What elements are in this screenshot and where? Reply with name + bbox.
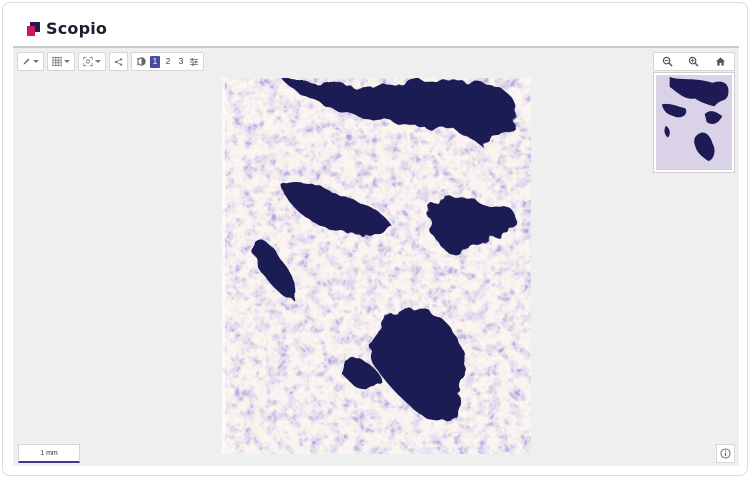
annotate-button[interactable] bbox=[17, 52, 44, 71]
share-icon bbox=[114, 57, 123, 66]
scale-bar: 1 mm bbox=[18, 444, 80, 463]
sliders-icon[interactable] bbox=[189, 57, 199, 67]
zoom-out-icon[interactable] bbox=[662, 56, 673, 67]
chevron-down-icon bbox=[33, 60, 39, 63]
grid-button[interactable] bbox=[47, 52, 75, 71]
pencil-icon bbox=[23, 58, 30, 65]
page-3-button[interactable]: 3 bbox=[176, 56, 186, 68]
info-button[interactable] bbox=[716, 444, 735, 463]
app-window: Scopio 1 2 3 1 mm bbox=[2, 2, 748, 476]
page-1-button[interactable]: 1 bbox=[150, 55, 160, 68]
header: Scopio bbox=[3, 3, 747, 45]
app-name: Scopio bbox=[46, 19, 108, 38]
logo: Scopio bbox=[27, 19, 107, 38]
share-button[interactable] bbox=[109, 52, 128, 71]
viewer-toolbar: 1 2 3 bbox=[17, 52, 204, 71]
info-icon bbox=[720, 448, 731, 459]
specimen-image[interactable] bbox=[222, 78, 531, 454]
scale-label: 1 mm bbox=[40, 449, 58, 457]
grid-icon bbox=[52, 56, 62, 67]
layers-icon[interactable] bbox=[136, 56, 147, 67]
layer-pager: 1 2 3 bbox=[131, 52, 204, 71]
zoom-in-icon[interactable] bbox=[688, 56, 700, 67]
chevron-down-icon bbox=[95, 60, 101, 63]
minimap[interactable] bbox=[653, 72, 735, 173]
home-icon[interactable] bbox=[715, 56, 726, 67]
focus-icon bbox=[83, 56, 93, 67]
chevron-down-icon bbox=[64, 60, 70, 63]
zoom-controls bbox=[653, 52, 735, 71]
focus-button[interactable] bbox=[78, 52, 106, 71]
logo-icon bbox=[27, 21, 40, 36]
minimap-thumbnail bbox=[656, 75, 732, 170]
page-2-button[interactable]: 2 bbox=[163, 56, 173, 68]
slide-viewer[interactable]: 1 2 3 1 mm bbox=[13, 46, 739, 466]
smear-image bbox=[222, 78, 531, 454]
